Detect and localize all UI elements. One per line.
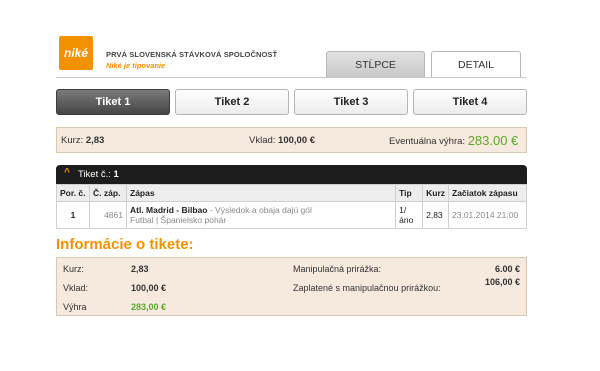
info-kurz-label: Kurz: [63, 264, 85, 274]
row-odds: 2,83 [422, 201, 449, 229]
info-vklad-label: Vklad: [63, 283, 89, 293]
table-row[interactable]: 1 4861 Atl. Madrid - Bilbao - Výsledok a… [56, 201, 527, 229]
ticket-tab-2[interactable]: Tiket 2 [175, 89, 289, 115]
ticket-tab-4[interactable]: Tiket 4 [413, 89, 527, 115]
summary-vklad: Vklad: 100,00 € [249, 135, 315, 146]
row-start: 23.01.2014 21:00 [448, 201, 527, 229]
summary-kurz-label: Kurz: [61, 135, 84, 146]
summary-vklad-label: Vklad: [249, 135, 276, 146]
col-tip: Tip [395, 184, 424, 202]
row-match-cell: Atl. Madrid - Bilbao - Výsledok a obaja … [125, 201, 397, 229]
tab-stlpce[interactable]: STĹPCE [326, 51, 425, 77]
nike-logo: niké [59, 36, 93, 70]
col-match: Zápas [125, 184, 397, 202]
summary-kurz-value: 2,83 [85, 135, 105, 146]
row-order: 1 [56, 201, 90, 229]
summary-win: Eventuálna výhra: 283.00 € [389, 132, 519, 148]
ticket-tab-3[interactable]: Tiket 3 [294, 89, 408, 115]
chevron-up-icon[interactable]: ^ [64, 167, 70, 178]
row-bet-type: - Výsledok a obaja dajú gól [209, 205, 312, 215]
ticket-bets-table: Por. č. Č. záp. Zápas Tip Kurz Začiatok … [56, 184, 527, 229]
row-tip: 1/áno [395, 201, 424, 229]
info-vyhra-value: 283,00 € [131, 302, 167, 312]
ticket-info-box: Kurz: 2,83 Vklad: 100,00 € Výhra 283,00 … [56, 257, 527, 316]
ticket-summary-bar: Kurz: 2,83 Vklad: 100,00 € Eventuálna vý… [56, 127, 527, 153]
ticket-number-label: Tiket č.: [78, 169, 111, 180]
row-category: Futbal | Španielsko pohár [130, 215, 227, 225]
ticket-panel-title: Tiket č.: 1 [78, 169, 119, 180]
summary-win-value: 283.00 € [467, 133, 519, 148]
summary-vklad-value: 100,00 € [278, 135, 316, 146]
col-odds: Kurz [422, 184, 449, 202]
ticket-tab-1[interactable]: Tiket 1 [56, 89, 170, 115]
brand-slogan: Niké je tipovanie [106, 61, 166, 70]
row-match-name: Atl. Madrid - Bilbao [130, 205, 208, 215]
info-paid-label: Zaplatené s manipulačnou prirážkou: [293, 283, 441, 293]
table-header-row: Por. č. Č. záp. Zápas Tip Kurz Začiatok … [56, 184, 527, 202]
info-vklad-value: 100,00 € [131, 283, 167, 293]
info-paid-value: 106,00 € [484, 277, 520, 287]
summary-win-label: Eventuálna výhra: [389, 136, 466, 147]
col-order: Por. č. [56, 184, 90, 202]
info-fee-label: Manipulačná prirážka: [293, 264, 382, 274]
tab-divider [56, 77, 526, 78]
row-match-number: 4861 [89, 201, 127, 229]
col-match-number: Č. záp. [89, 184, 127, 202]
info-kurz-value: 2,83 [131, 264, 149, 274]
info-fee-value: 6.00 € [494, 264, 520, 274]
brand-tagline: PRVÁ SLOVENSKÁ STÁVKOVÁ SPOLOČNOSŤ [106, 50, 278, 59]
tab-detail[interactable]: DETAIL [431, 51, 521, 77]
summary-kurz: Kurz: 2,83 [61, 135, 104, 146]
ticket-info-title: Informácie o tikete: [56, 236, 194, 253]
info-vyhra-label: Výhra [63, 302, 87, 312]
ticket-panel-header[interactable]: ^ Tiket č.: 1 [56, 165, 527, 184]
col-start: Začiatok zápasu [448, 184, 527, 202]
ticket-number-value: 1 [113, 169, 119, 180]
